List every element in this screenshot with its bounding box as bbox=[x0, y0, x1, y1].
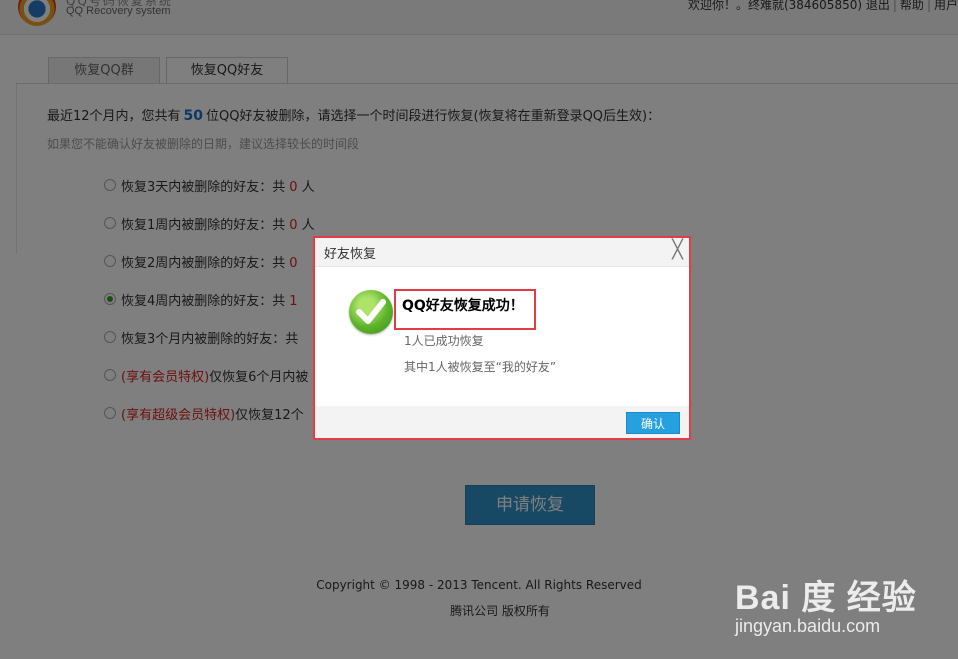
success-check-icon bbox=[349, 290, 393, 334]
recovered-count-text: 1人已成功恢复 bbox=[404, 334, 484, 348]
dialog-title: 好友恢复 bbox=[324, 247, 377, 262]
success-message: QQ好友恢复成功！ bbox=[402, 298, 524, 314]
watermark-url: jingyan.baidu.com bbox=[735, 616, 881, 636]
friend-recovery-dialog: 好友恢复 ╳ QQ好友恢复成功！ 1人已成功恢复 其中1人被恢复至“我的好友” … bbox=[313, 236, 691, 440]
dialog-header: 好友恢复 ╳ bbox=[315, 238, 689, 267]
baidu-watermark: Bai 度 经验 jingyan.baidu.com bbox=[735, 570, 950, 654]
watermark-logo: Bai 度 经验 bbox=[735, 579, 917, 617]
close-icon[interactable]: ╳ bbox=[672, 240, 683, 260]
confirm-button[interactable]: 确认 bbox=[626, 412, 680, 434]
recovered-destination-text: 其中1人被恢复至“我的好友” bbox=[404, 360, 557, 374]
